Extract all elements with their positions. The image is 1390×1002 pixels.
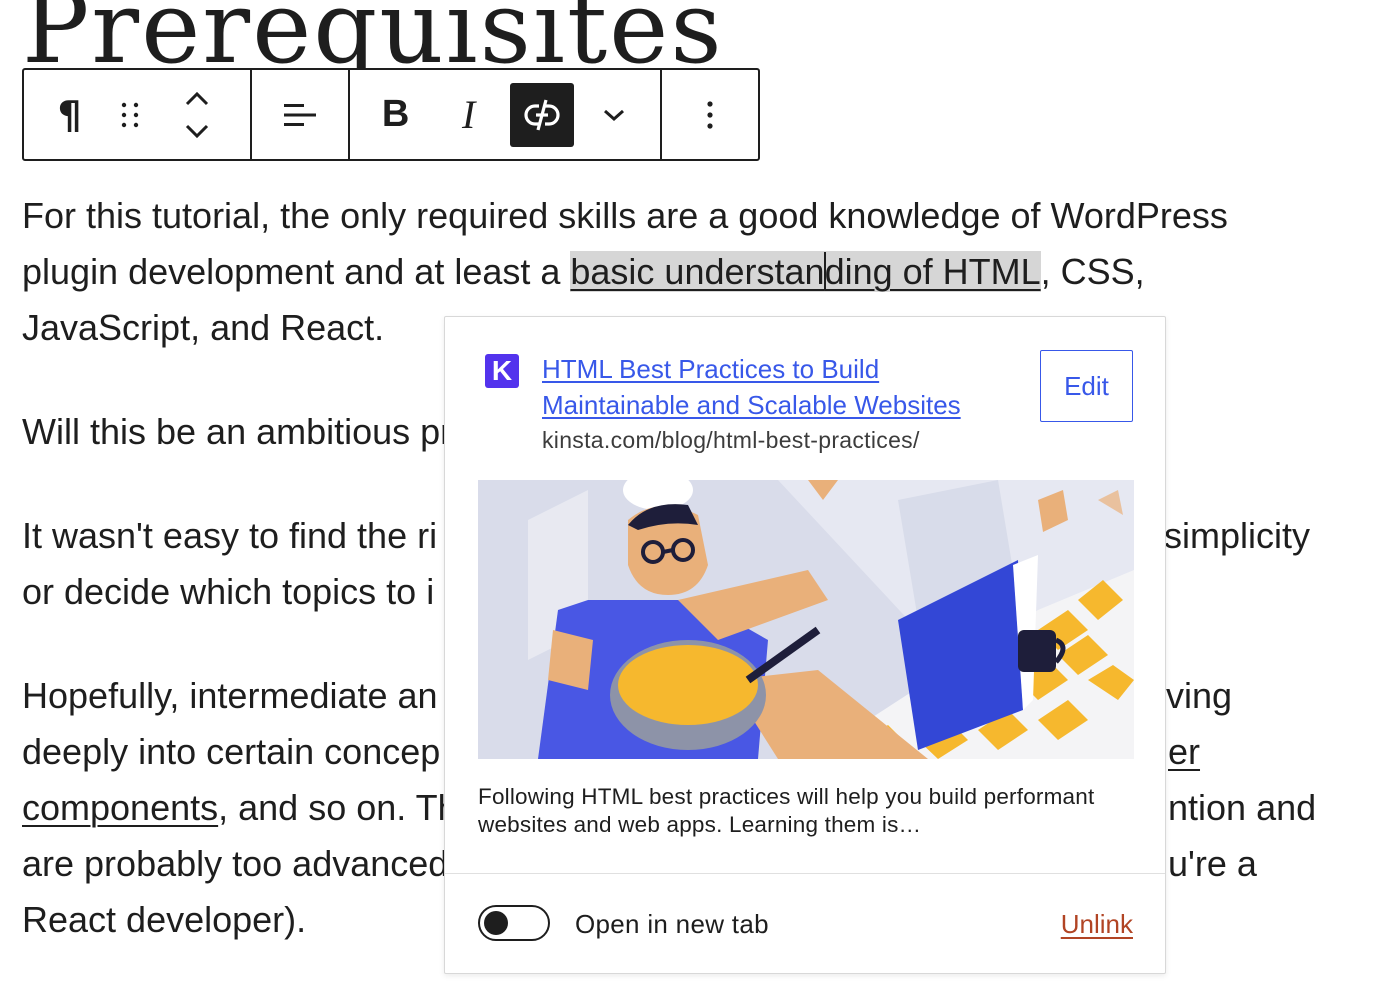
paragraph-text: are probably too advanced (22, 843, 449, 884)
paragraph-text: For this tutorial, the only required ski… (22, 195, 1228, 236)
paragraph-text: React developer). (22, 899, 307, 940)
link-preview-image (478, 480, 1134, 759)
link-text-part: ding of HTML (824, 251, 1041, 292)
paragraph-text: Will this be an ambitious pr (22, 411, 453, 452)
paragraph-line[interactable]: ntion and (1168, 780, 1316, 836)
paragraph-text: ntion and (1168, 787, 1317, 828)
align-group (252, 70, 350, 159)
paragraph-line[interactable]: er (1168, 724, 1200, 780)
move-block-controls[interactable] (145, 83, 250, 147)
paragraph-text: deeply into certain concep (22, 731, 441, 772)
open-in-new-tab-toggle[interactable] (478, 905, 550, 941)
align-left-icon (283, 103, 316, 126)
unlink-button[interactable] (509, 82, 574, 147)
paragraph-line[interactable]: It wasn't easy to find the ri (22, 508, 437, 564)
inline-link[interactable]: components (22, 787, 218, 828)
paragraph-line[interactable]: deeply into certain concep (22, 724, 440, 780)
link-preview-popover: K HTML Best Practices to Build Maintaina… (444, 316, 1166, 974)
block-controls-group: ¶ (24, 70, 252, 159)
paragraph-text: , CSS, (1040, 251, 1145, 292)
paragraph-line[interactable]: are probably too advanced (22, 836, 448, 892)
drag-handle-icon (121, 102, 139, 127)
paragraph-text: or decide which topics to i (22, 571, 435, 612)
link-url: kinsta.com/blog/html-best-practices/ (542, 427, 920, 453)
drag-handle[interactable] (115, 83, 145, 147)
paragraph-text: It wasn't easy to find the ri (22, 515, 438, 556)
bold-button[interactable]: B (364, 83, 428, 147)
link-title[interactable]: HTML Best Practices to Build Maintainabl… (542, 351, 1002, 423)
paragraph-text: , and so on. Th (218, 787, 458, 828)
chevron-down-icon[interactable] (183, 122, 211, 140)
chevron-down-icon (603, 109, 624, 121)
paragraph-line[interactable]: or decide which topics to i (22, 564, 434, 620)
toggle-knob (484, 911, 508, 935)
paragraph-text: ving (1166, 675, 1233, 716)
format-group: B I (350, 70, 663, 159)
link-description: Following HTML best practices will help … (478, 784, 1095, 837)
paragraph-line[interactable]: ving (1166, 668, 1232, 724)
edit-link-button[interactable]: Edit (1040, 350, 1133, 422)
paragraph-line[interactable]: React developer). (22, 892, 306, 948)
block-options-button[interactable] (678, 83, 742, 147)
link-text-part: basic understan (570, 251, 825, 292)
bold-icon: B (381, 93, 410, 135)
link-off-icon (524, 99, 560, 130)
popover-divider (445, 873, 1165, 874)
paragraph-line[interactable]: For this tutorial, the only required ski… (22, 188, 1228, 244)
paragraph-text: Hopefully, intermediate an (22, 675, 438, 716)
page-heading[interactable]: Prerequisites (22, 0, 724, 78)
paragraph-line[interactable]: JavaScript, and React. (22, 300, 384, 356)
italic-button[interactable]: I (428, 83, 510, 147)
more-formatting-button[interactable] (574, 83, 654, 147)
paragraph-line[interactable]: Will this be an ambitious pr (22, 404, 452, 460)
italic-icon: I (461, 92, 476, 137)
align-text-button[interactable] (268, 83, 332, 147)
selected-link[interactable]: basic understanding of HTML (570, 251, 1041, 292)
more-vertical-icon (707, 100, 713, 129)
paragraph-icon: ¶ (57, 92, 82, 137)
paragraph-block-button[interactable]: ¶ (24, 83, 115, 147)
block-toolbar: ¶ B I (22, 68, 760, 161)
open-in-new-tab-label[interactable]: Open in new tab (575, 909, 769, 940)
inline-link[interactable]: er (1168, 731, 1200, 772)
site-favicon-icon: K (485, 354, 519, 388)
paragraph-line[interactable]: components, and so on. Th (22, 780, 458, 836)
unlink-link[interactable]: Unlink (1061, 909, 1133, 940)
paragraph-text: JavaScript, and React. (22, 307, 385, 348)
paragraph-line[interactable]: u're a (1168, 836, 1257, 892)
paragraph-text: simplicity (1164, 515, 1311, 556)
paragraph-text: u're a (1168, 843, 1257, 884)
reading-chef-illustration (478, 480, 1134, 759)
chevron-up-icon[interactable] (183, 90, 211, 108)
paragraph-line[interactable]: plugin development and at least a basic … (22, 244, 1145, 300)
paragraph-line[interactable]: Hopefully, intermediate an (22, 668, 438, 724)
options-group (662, 70, 758, 159)
paragraph-line[interactable]: simplicity (1164, 508, 1310, 564)
paragraph-text: plugin development and at least a (22, 251, 571, 292)
